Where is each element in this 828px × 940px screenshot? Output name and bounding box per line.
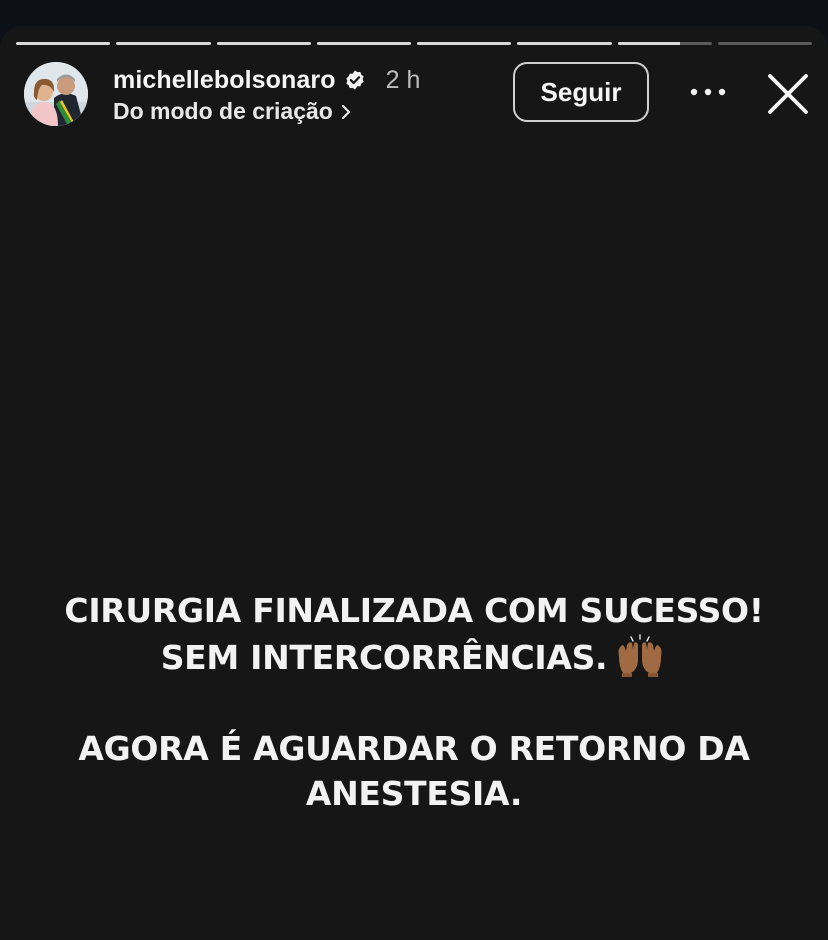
user-block: michellebolsonaro 2 h Do modo de criação	[113, 64, 420, 125]
avatar[interactable]	[24, 62, 88, 126]
raising-hands-emoji	[613, 633, 667, 677]
story-text-line: AGORA É AGUARDAR O RETORNO DA	[78, 729, 750, 768]
progress-segment-fill	[16, 42, 111, 45]
progress-segment	[16, 42, 111, 45]
follow-button[interactable]: Seguir	[513, 62, 649, 122]
close-icon	[768, 74, 808, 114]
progress-segment-fill	[517, 42, 612, 45]
progress-segment-fill	[417, 42, 512, 45]
progress-segment-fill	[316, 42, 411, 45]
avatar-image	[24, 62, 88, 126]
screen: michellebolsonaro 2 h Do modo de criação	[0, 0, 828, 940]
creation-mode-link[interactable]: Do modo de criação	[113, 98, 420, 125]
progress-segment	[216, 42, 311, 45]
progress-segment	[517, 42, 612, 45]
progress-segment	[617, 42, 712, 45]
more-options-button[interactable]	[688, 76, 728, 108]
chevron-right-icon	[341, 104, 350, 119]
creation-mode-label: Do modo de criação	[113, 98, 333, 124]
story-text-block-2: AGORA É AGUARDAR O RETORNO DA ANESTESIA.	[0, 726, 828, 816]
story-header: michellebolsonaro 2 h Do modo de criação	[24, 62, 816, 126]
story-text-line: SEM INTERCORRÊNCIAS.	[160, 638, 608, 677]
story-text-line-with-emoji: SEM INTERCORRÊNCIAS.	[0, 633, 828, 680]
progress-segment-fill	[216, 42, 311, 45]
progress-segment	[717, 42, 812, 45]
progress-segment-fill	[617, 42, 680, 45]
story-text-line: ANESTESIA.	[305, 774, 523, 813]
story-text-line: CIRURGIA FINALIZADA COM SUCESSO!	[64, 591, 764, 630]
progress-segment	[116, 42, 211, 45]
username-row: michellebolsonaro 2 h	[113, 64, 420, 96]
post-time: 2 h	[385, 65, 421, 94]
story-progress-bar	[16, 42, 812, 45]
progress-segment	[316, 42, 411, 45]
more-dots-icon	[690, 88, 726, 96]
progress-segment-fill	[116, 42, 211, 45]
username[interactable]: michellebolsonaro	[113, 66, 336, 95]
close-button[interactable]	[766, 72, 810, 116]
story-text-block-1: CIRURGIA FINALIZADA COM SUCESSO! SEM INT…	[0, 588, 828, 680]
progress-segment	[417, 42, 512, 45]
verified-badge-icon	[344, 69, 366, 91]
story-viewer[interactable]: michellebolsonaro 2 h Do modo de criação	[0, 26, 828, 940]
